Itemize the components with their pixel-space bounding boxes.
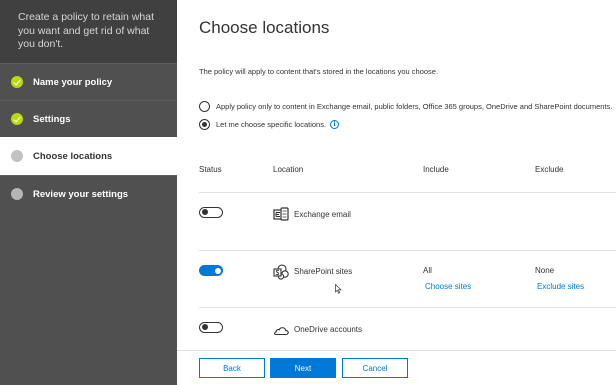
include-value: All bbox=[423, 266, 432, 275]
step-label: Choose locations bbox=[33, 150, 113, 162]
check-circle-icon bbox=[11, 76, 23, 88]
exchange-email-toggle[interactable] bbox=[199, 207, 223, 218]
radio-choose-specific-option[interactable]: Let me choose specific locations. i bbox=[199, 119, 340, 130]
step-dot-icon bbox=[11, 150, 23, 162]
column-header-include: Include bbox=[423, 165, 449, 174]
page-description: The policy will apply to content that's … bbox=[199, 67, 439, 76]
sidebar-header: Create a policy to retain what you want … bbox=[0, 0, 177, 63]
step-choose-locations[interactable]: Choose locations bbox=[0, 137, 177, 175]
step-label: Review your settings bbox=[33, 188, 129, 200]
choose-sites-link[interactable]: Choose sites bbox=[425, 282, 471, 291]
exclude-sites-link[interactable]: Exclude sites bbox=[537, 282, 584, 291]
onedrive-accounts-toggle[interactable] bbox=[199, 322, 223, 333]
cancel-button[interactable]: Cancel bbox=[342, 358, 408, 378]
step-label: Name your policy bbox=[33, 76, 113, 88]
row-divider bbox=[199, 307, 616, 308]
location-name: Exchange email bbox=[294, 210, 351, 219]
exchange-icon bbox=[273, 207, 289, 221]
radio-label: Apply policy only to content in Exchange… bbox=[216, 102, 613, 111]
radio-label: Let me choose specific locations. bbox=[216, 120, 327, 129]
onedrive-icon bbox=[274, 327, 289, 336]
location-name: OneDrive accounts bbox=[294, 325, 363, 334]
step-name-your-policy[interactable]: Name your policy bbox=[0, 63, 177, 100]
sharepoint-sites-toggle[interactable] bbox=[199, 265, 223, 276]
wizard-footer: Back Next Cancel bbox=[177, 350, 616, 385]
main-panel: Choose locations The policy will apply t… bbox=[177, 0, 616, 385]
row-divider bbox=[199, 192, 616, 193]
exclude-value: None bbox=[535, 266, 555, 275]
mouse-cursor-icon bbox=[335, 284, 342, 294]
column-header-exclude: Exclude bbox=[535, 165, 564, 174]
step-review-your-settings[interactable]: Review your settings bbox=[0, 175, 177, 212]
radio-button[interactable] bbox=[199, 119, 210, 130]
info-icon[interactable]: i bbox=[330, 120, 340, 129]
page-title: Choose locations bbox=[199, 18, 330, 37]
check-circle-icon bbox=[11, 113, 23, 125]
step-label: Settings bbox=[33, 113, 71, 125]
step-settings[interactable]: Settings bbox=[0, 100, 177, 137]
wizard-sidebar: Create a policy to retain what you want … bbox=[0, 0, 177, 385]
back-button[interactable]: Back bbox=[199, 358, 265, 378]
column-header-location: Location bbox=[273, 165, 304, 174]
location-name: SharePoint sites bbox=[294, 267, 353, 276]
step-dot-icon bbox=[11, 188, 23, 200]
column-header-status: Status bbox=[199, 165, 222, 174]
next-button[interactable]: Next bbox=[270, 358, 336, 378]
radio-apply-all-option[interactable]: Apply policy only to content in Exchange… bbox=[199, 101, 612, 112]
sharepoint-icon bbox=[273, 264, 289, 280]
radio-button[interactable] bbox=[199, 101, 210, 112]
row-divider bbox=[199, 250, 616, 251]
